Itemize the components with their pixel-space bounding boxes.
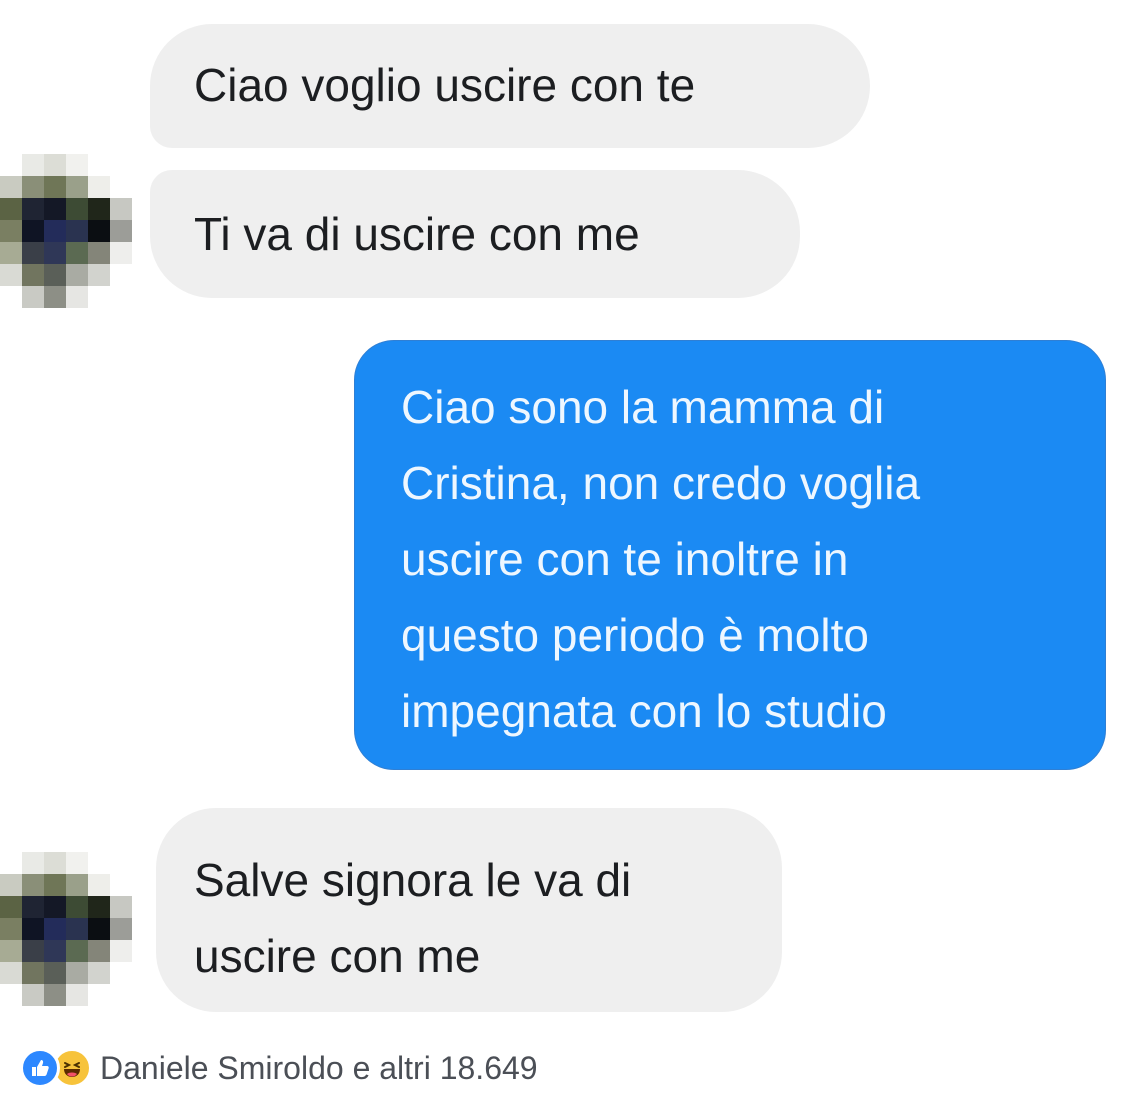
incoming-message-3: Salve signora le va di uscire con me [156,808,782,1012]
outgoing-message: Ciao sono la mamma di Cristina, non cred… [354,340,1106,770]
message-text-line: Cristina, non credo voglia [401,457,921,509]
message-text-line: questo periodo è molto [401,609,869,661]
message-text: Ciao voglio uscire con te [194,59,696,111]
incoming-message-1: Ciao voglio uscire con te [150,24,870,148]
message-text-line: uscire con me [194,930,481,982]
message-text-line: uscire con te inoltre in [401,533,849,585]
message-text: Ti va di uscire con me [194,208,640,260]
message-text-line: Salve signora le va di [194,854,632,906]
avatar[interactable] [0,852,132,1006]
chat-screenshot: Ciao voglio uscire con te Ti va di uscir… [0,0,1124,1102]
reaction-summary[interactable]: Daniele Smiroldo e altri 18.649 [100,1050,538,1087]
avatar[interactable] [0,154,132,308]
incoming-message-2: Ti va di uscire con me [150,170,800,298]
message-text-line: impegnata con lo studio [401,685,887,737]
reactions-bar[interactable]: Daniele Smiroldo e altri 18.649 [20,1042,538,1094]
like-icon [20,1048,60,1088]
message-text-line: Ciao sono la mamma di [401,381,885,433]
